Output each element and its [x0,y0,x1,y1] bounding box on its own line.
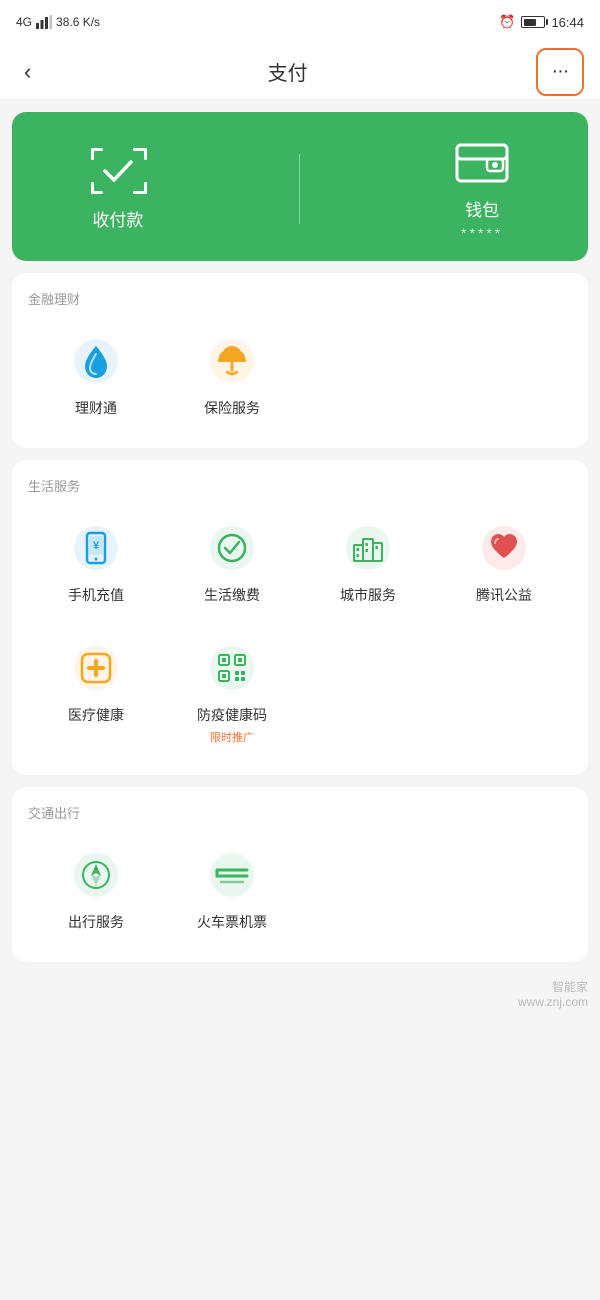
svg-text:¥: ¥ [93,540,100,552]
time-battery-area: ⏰ 16:44 [499,14,584,30]
baoxian-button[interactable]: 保险服务 [164,324,300,428]
baoxian-icon [205,334,259,388]
more-button[interactable]: ··· [536,48,584,96]
shenghuo-row1: ¥ 手机充值 生活缴费 [28,511,572,615]
watermark-url: www.znj.com [0,995,588,1009]
signal-icon [36,15,52,29]
watermark-brand: 智能家 [0,978,588,995]
travel-service-icon [69,848,123,902]
scan-pay-button[interactable]: 收付款 [88,146,148,231]
shenghuo-title: 生活服务 [28,476,572,495]
travel-service-label: 出行服务 [68,912,124,932]
status-bar: 4G 38.6 K/s ⏰ 16:44 [0,0,600,44]
nav-bar: ‹ 支付 ··· [0,44,600,100]
signal-area: 4G 38.6 K/s [16,15,100,29]
mobile-charge-label: 手机充值 [68,585,124,605]
wallet-button[interactable]: 钱包 ***** [452,136,512,241]
travel-service-button[interactable]: 出行服务 [28,838,164,942]
life-fee-icon [205,521,259,575]
baoxian-label: 保险服务 [204,398,260,418]
back-button[interactable]: ‹ [16,51,39,93]
health-code-button[interactable]: 防疫健康码 限时推广 [164,631,300,755]
medical-icon [69,641,123,695]
shenghuo-section: 生活服务 ¥ 手机充值 [12,460,588,775]
train-ticket-icon [205,848,259,902]
alarm-icon: ⏰ [499,14,515,30]
banner-divider [299,154,300,224]
health-code-sublabel: 限时推广 [210,729,254,745]
jiaotong-title: 交通出行 [28,803,572,822]
life-fee-label: 生活缴费 [204,585,260,605]
shenghuo-row2: 医疗健康 [28,631,572,755]
city-service-icon [341,521,395,575]
health-code-icon [205,641,259,695]
train-ticket-label: 火车票机票 [197,912,267,932]
tencent-charity-icon [477,521,531,575]
licai-label: 理财通 [75,398,117,418]
medical-button[interactable]: 医疗健康 [28,631,164,755]
page-title: 支付 [268,57,308,86]
tencent-charity-button[interactable]: 腾讯公益 [436,511,572,615]
mobile-charge-button[interactable]: ¥ 手机充值 [28,511,164,615]
jiaotong-grid: 出行服务 火车票机票 [28,838,572,942]
tencent-charity-label: 腾讯公益 [476,585,532,605]
jinrong-grid: 理财通 保险服务 [28,324,572,428]
jinrong-title: 金融理财 [28,289,572,308]
jiaotong-section: 交通出行 出行服务 [12,787,588,962]
watermark: 智能家 www.znj.com [0,962,600,1017]
wallet-balance: ***** [461,225,503,241]
licai-icon [69,334,123,388]
network-speed: 38.6 K/s [56,15,100,29]
battery-icon [521,16,545,28]
licai-button[interactable]: 理财通 [28,324,164,428]
scan-pay-icon [88,146,148,196]
payment-banner: 收付款 钱包 ***** [12,112,588,261]
more-icon: ··· [551,60,568,83]
network-type: 4G [16,15,32,29]
wallet-icon [452,136,512,186]
city-service-button[interactable]: 城市服务 [300,511,436,615]
train-ticket-button[interactable]: 火车票机票 [164,838,300,942]
time-display: 16:44 [551,15,584,30]
city-service-label: 城市服务 [340,585,396,605]
jinrong-section: 金融理财 理财通 [12,273,588,448]
scan-pay-label: 收付款 [92,206,143,231]
medical-label: 医疗健康 [68,705,124,725]
life-fee-button[interactable]: 生活缴费 [164,511,300,615]
health-code-label: 防疫健康码 [197,705,267,725]
wallet-label: 钱包 [465,196,499,221]
mobile-charge-icon: ¥ [69,521,123,575]
